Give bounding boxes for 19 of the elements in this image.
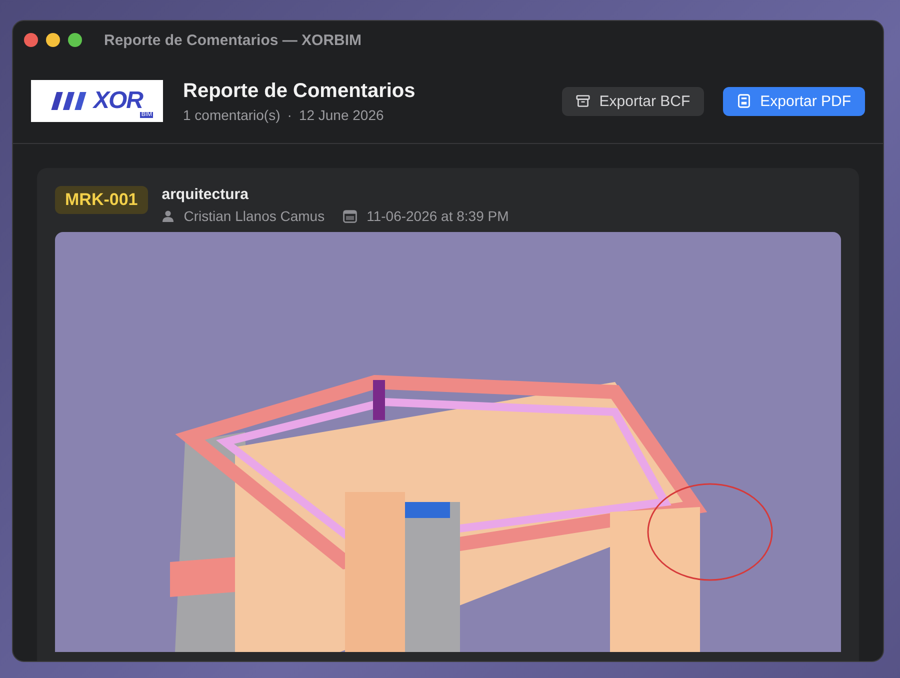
marker-id: MRK-001 xyxy=(55,186,148,214)
window-title: Reporte de Comentarios — XORBIM xyxy=(104,32,362,48)
archive-box-icon xyxy=(576,94,590,108)
separator-dot: · xyxy=(287,106,292,122)
comment-timestamp: 11-06-2026 at 8:39 PM xyxy=(366,208,509,224)
minimize-button[interactable] xyxy=(46,33,60,47)
report-date: 12 June 2026 xyxy=(298,106,384,122)
export-button[interactable]: Exportar BCF xyxy=(562,86,704,116)
export-button[interactable]: Exportar PDF xyxy=(723,86,865,116)
logo-text: XOR xyxy=(93,87,142,114)
calendar-icon xyxy=(342,210,357,222)
zoom-button[interactable] xyxy=(68,33,82,47)
discipline-label: arquitectura xyxy=(162,186,250,203)
comment-count: 1 comentario(s) xyxy=(183,106,280,122)
report-title: Reporte de Comentarios xyxy=(183,80,416,102)
author-name: Cristian Llanos Camus xyxy=(184,208,325,224)
document-icon xyxy=(737,94,752,108)
person-icon xyxy=(162,210,174,222)
close-button[interactable] xyxy=(24,33,38,47)
